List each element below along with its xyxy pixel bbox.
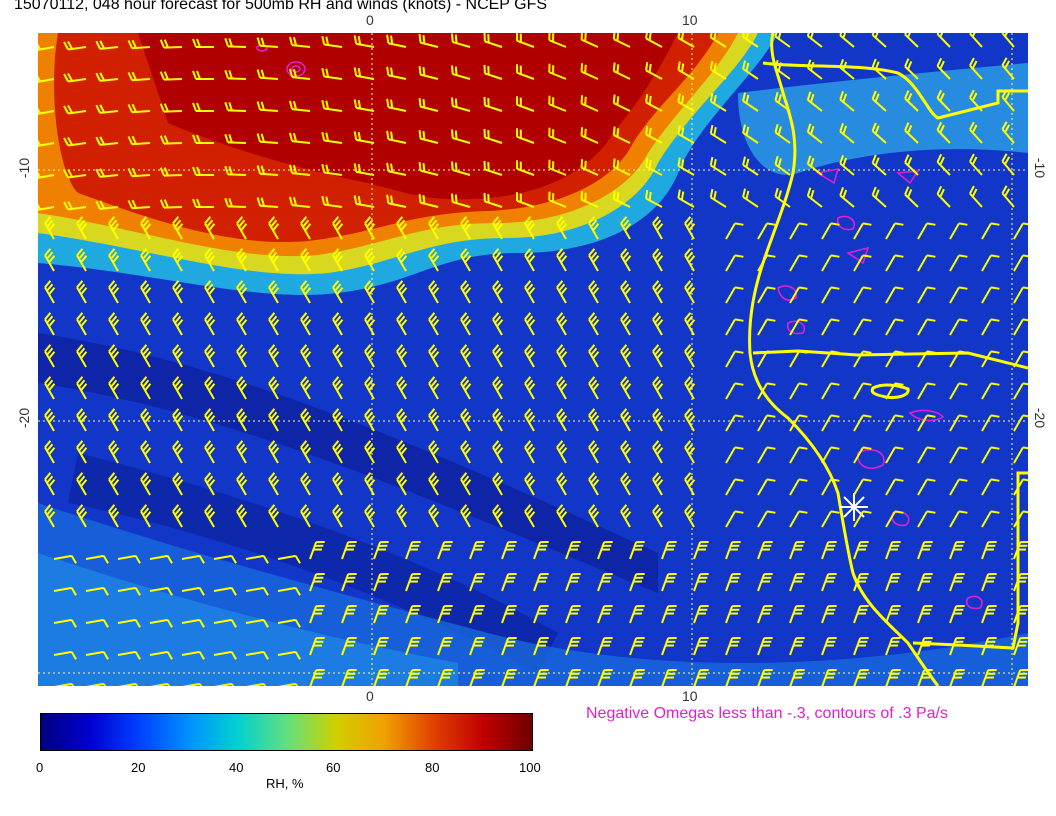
right-tick-minus20: -20 bbox=[1032, 407, 1049, 429]
omega-note: Negative Omegas less than -.3, contours … bbox=[586, 705, 948, 722]
right-tick-minus10: -10 bbox=[1032, 157, 1049, 179]
bottom-tick-0: 0 bbox=[366, 688, 374, 704]
colorbar-label-100: 100 bbox=[519, 760, 541, 775]
colorbar-title: RH, % bbox=[266, 776, 304, 791]
top-tick-0: 0 bbox=[366, 12, 374, 28]
colorbar-label-20: 20 bbox=[131, 760, 146, 775]
colorbar-label-60: 60 bbox=[326, 760, 341, 775]
rh-wind-map[interactable] bbox=[38, 33, 1028, 686]
colorbar-label-0: 0 bbox=[36, 760, 44, 775]
bottom-tick-10: 10 bbox=[682, 688, 698, 704]
star-marker-icon bbox=[840, 493, 868, 521]
left-tick-minus20: -20 bbox=[16, 407, 33, 429]
map-title: 15070112, 048 hour forecast for 500mb RH… bbox=[14, 0, 548, 13]
colorbar-label-80: 80 bbox=[425, 760, 440, 775]
top-tick-10: 10 bbox=[682, 12, 698, 28]
map-canvas bbox=[38, 33, 1028, 686]
rh-colorbar bbox=[40, 713, 533, 751]
left-tick-minus10: -10 bbox=[16, 157, 33, 179]
colorbar-label-40: 40 bbox=[229, 760, 244, 775]
